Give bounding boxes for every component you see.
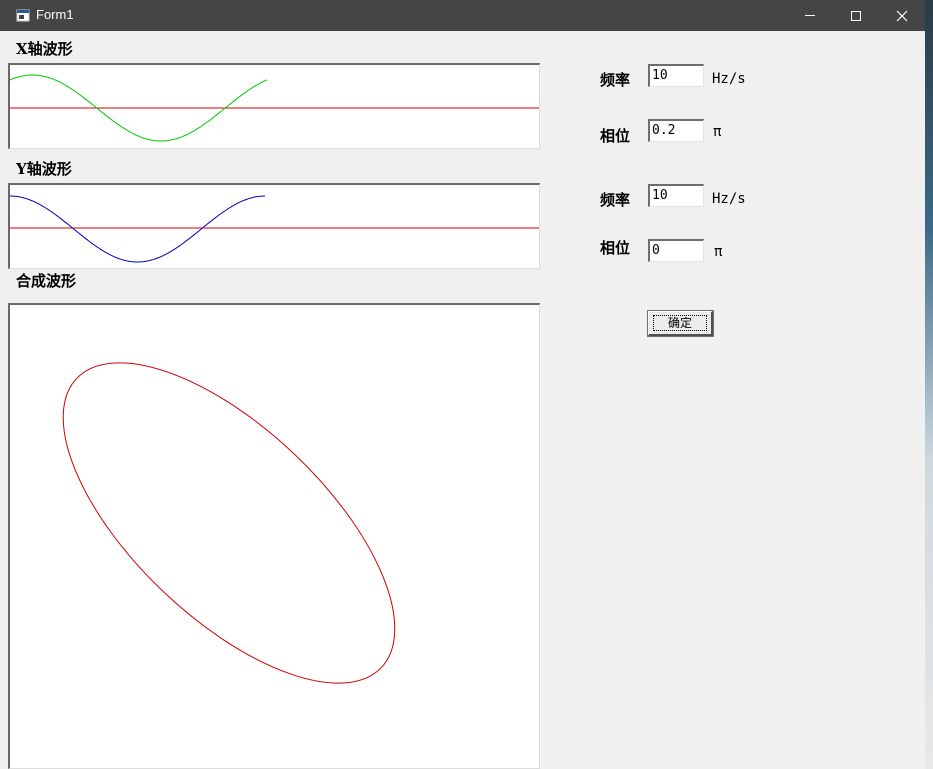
title-bar[interactable]: Form1 xyxy=(0,0,925,31)
close-icon xyxy=(896,10,908,22)
y-wave-plot xyxy=(8,183,540,269)
x-phase-label: 相位 xyxy=(600,127,631,145)
y-phase-label: 相位 xyxy=(600,239,631,257)
y-freq-input[interactable]: 10 xyxy=(648,184,704,207)
y-wave-canvas xyxy=(10,195,539,263)
window-title: Form1 xyxy=(36,7,74,22)
composite-curve xyxy=(62,362,396,684)
desktop-background xyxy=(925,0,933,769)
composite-canvas xyxy=(62,362,396,684)
composite-heading: 合成波形 xyxy=(16,272,77,290)
app-icon xyxy=(16,9,30,22)
maximize-button[interactable] xyxy=(833,0,879,31)
y-wave-curve xyxy=(10,195,265,263)
x-phase-unit: π xyxy=(713,124,722,140)
y-wave-heading: Y轴波形 xyxy=(16,160,72,178)
y-freq-label: 频率 xyxy=(600,191,631,209)
close-button[interactable] xyxy=(879,0,925,31)
x-wave-plot xyxy=(8,63,540,149)
y-phase-input[interactable]: 0 xyxy=(648,239,704,262)
minimize-icon xyxy=(805,15,815,16)
y-phase-unit: π xyxy=(714,244,723,260)
ok-button[interactable]: 确定 xyxy=(647,310,714,337)
x-phase-input[interactable]: 0.2 xyxy=(648,119,704,142)
y-freq-unit: Hz/s xyxy=(712,191,746,207)
maximize-icon xyxy=(851,11,861,21)
x-wave-heading: X轴波形 xyxy=(16,40,73,58)
x-freq-input[interactable]: 10 xyxy=(648,64,704,87)
ok-button-label: 确定 xyxy=(653,315,707,331)
x-freq-unit: Hz/s xyxy=(712,71,746,87)
x-wave-canvas xyxy=(10,74,539,142)
x-freq-label: 频率 xyxy=(600,71,631,89)
form-window: Form1 X轴波形 Y轴波形 合成波形 频率 10 Hz/s 相位 0.2 π… xyxy=(0,0,925,769)
minimize-button[interactable] xyxy=(787,0,833,31)
composite-plot xyxy=(8,303,540,769)
